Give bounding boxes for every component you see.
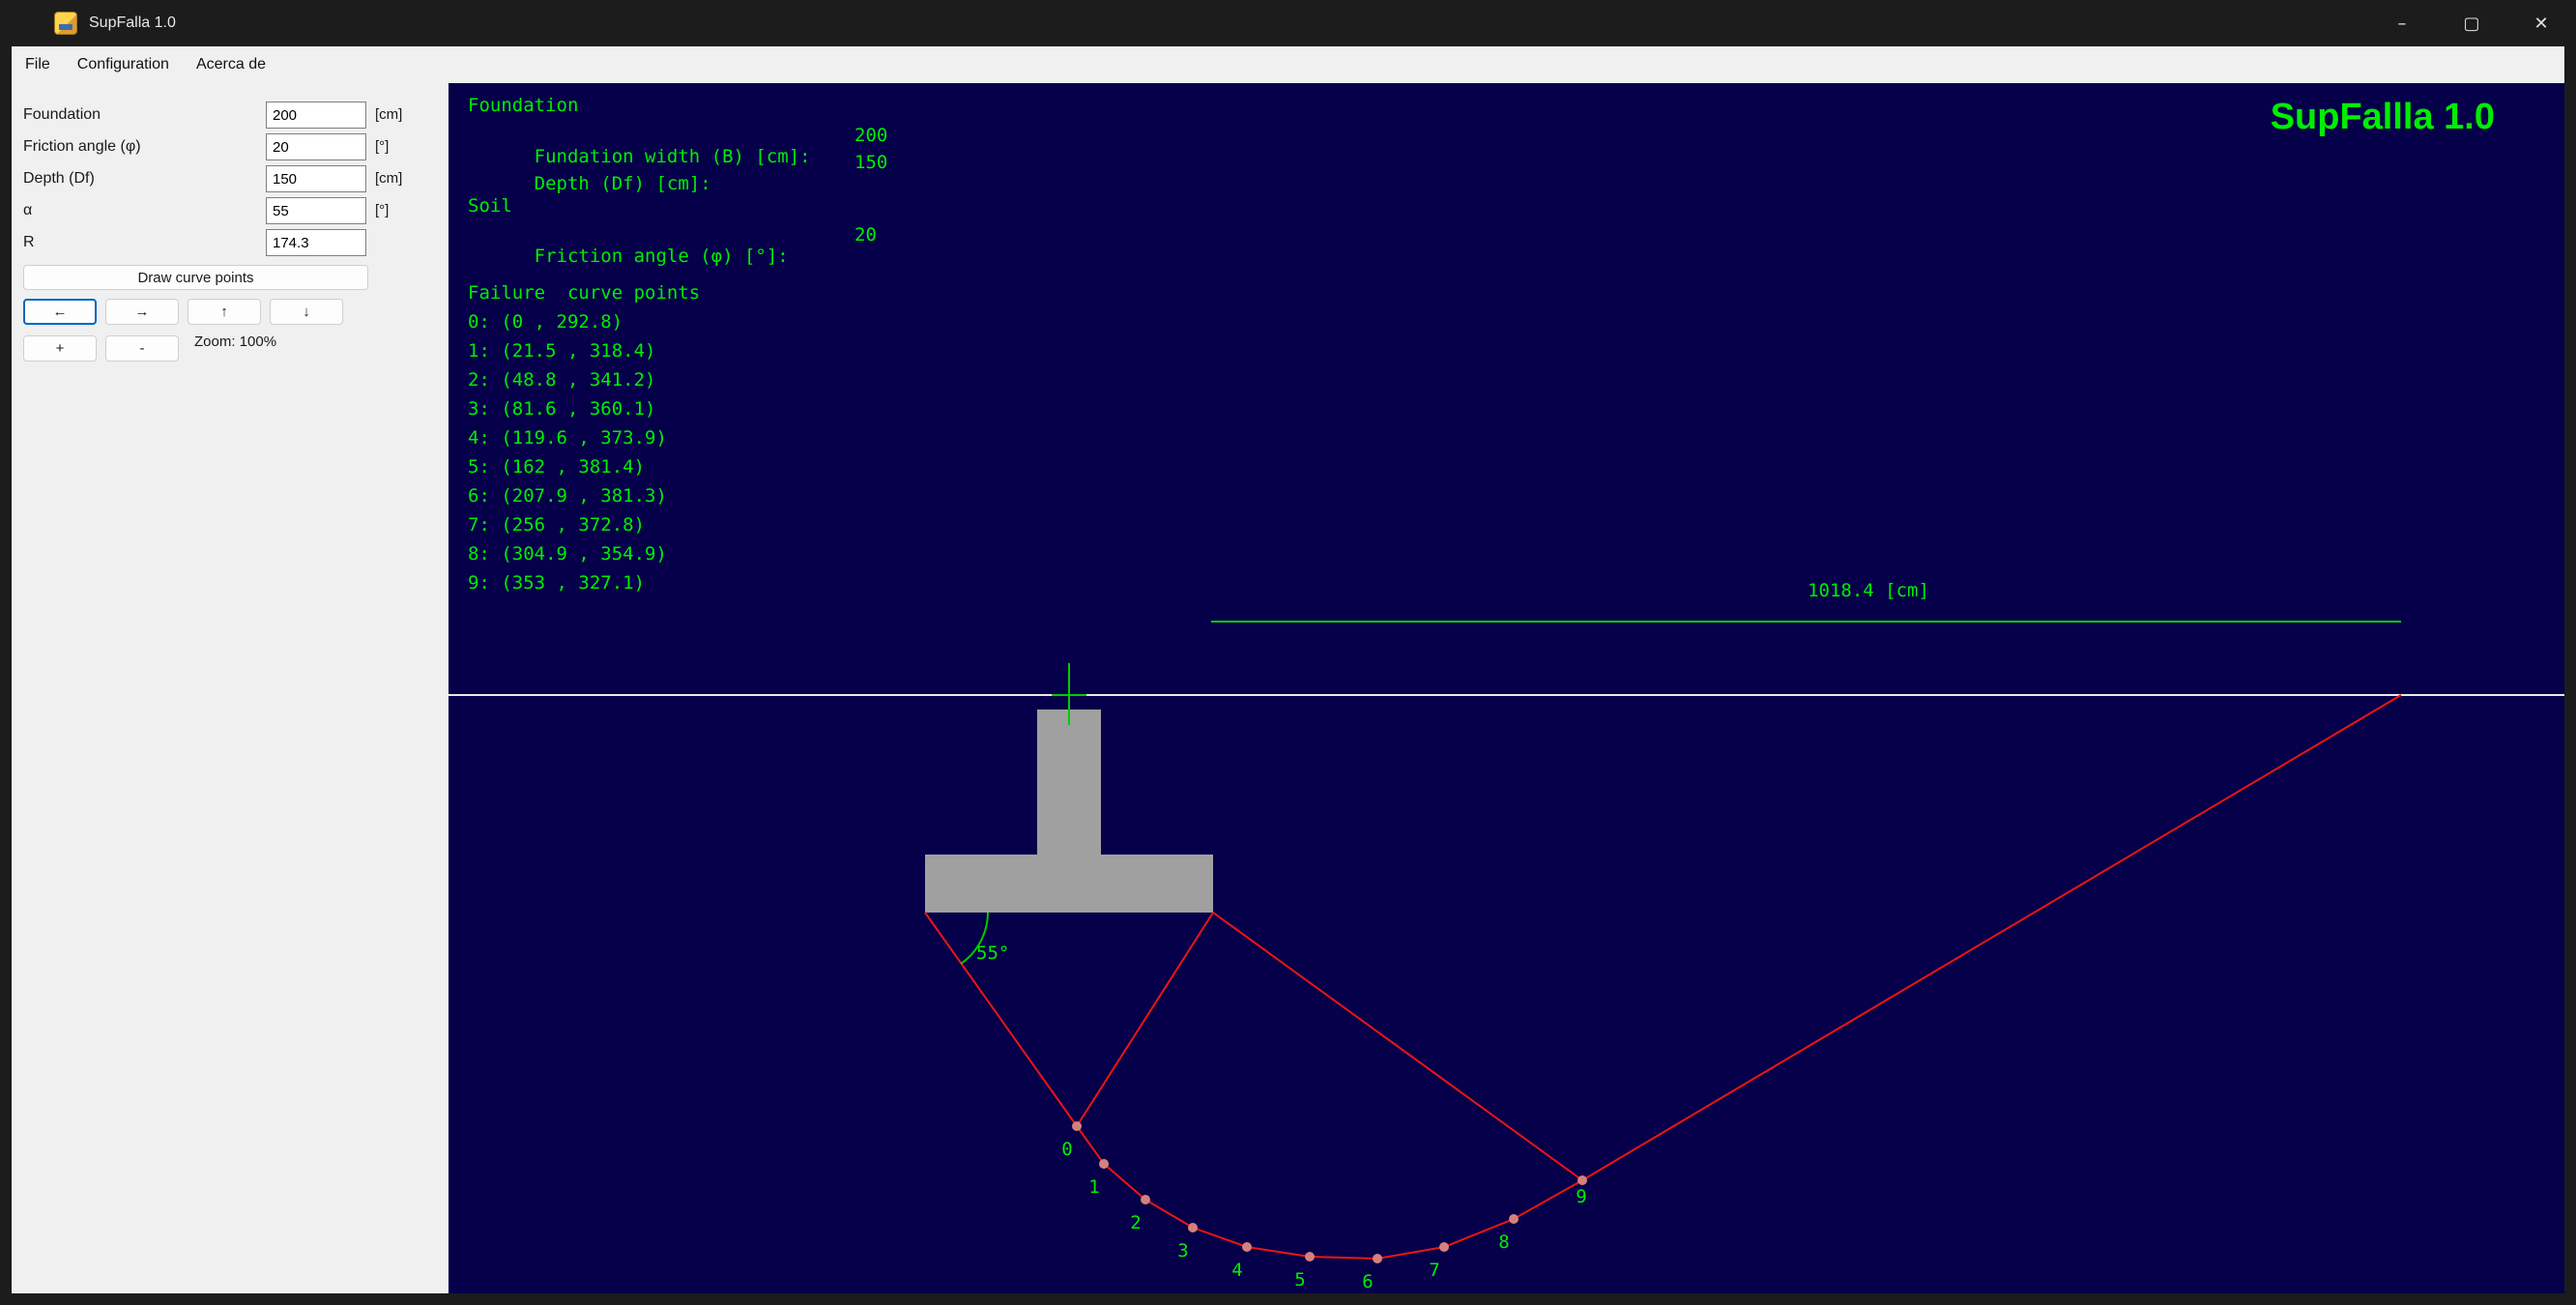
window-title: SupFalla 1.0 — [89, 14, 176, 31]
alpha-label: α — [23, 202, 33, 218]
exit-line — [1581, 694, 2402, 1181]
point-label: 6 — [1362, 1271, 1373, 1292]
point-label: 1 — [1088, 1176, 1099, 1198]
depth-unit: [cm] — [375, 170, 403, 187]
point-dot — [1373, 1254, 1382, 1263]
menubar: File Configuration Acerca de — [12, 46, 2564, 83]
r-input[interactable] — [266, 229, 366, 256]
menu-acerca-de[interactable]: Acerca de — [183, 46, 279, 83]
scale-label: 1018.4 [cm] — [1808, 580, 1929, 601]
foundation-unit: [cm] — [375, 106, 403, 123]
point-dot — [1305, 1252, 1315, 1262]
point-dot — [1072, 1121, 1082, 1131]
point-dot — [1577, 1175, 1587, 1185]
foundation-stem — [1037, 710, 1101, 856]
titlebar: SupFalla 1.0 – ▢ ✕ — [0, 0, 2576, 46]
close-button[interactable]: ✕ — [2506, 0, 2576, 46]
maximize-button[interactable]: ▢ — [2437, 0, 2506, 46]
point-dot — [1099, 1159, 1109, 1169]
point-label: 9 — [1576, 1186, 1586, 1207]
point-label: 0 — [1061, 1139, 1072, 1160]
point-label: 2 — [1130, 1212, 1141, 1233]
foundation-label: Foundation — [23, 106, 101, 123]
menu-file[interactable]: File — [12, 46, 64, 83]
angle-label: 55° — [976, 942, 1009, 964]
pan-right-button[interactable]: → — [105, 299, 179, 325]
point-label: 7 — [1429, 1260, 1439, 1281]
point-label: 5 — [1294, 1269, 1305, 1290]
failure-geometry-svg: 1018.4 [cm] 55° 0 1 2 3 4 5 6 7 8 9 — [449, 580, 2564, 1292]
alpha-input[interactable] — [266, 197, 366, 224]
radial-line-start — [1076, 912, 1214, 1127]
app-icon — [54, 12, 77, 35]
content: Foundation [cm] Friction angle (φ) [°] D… — [12, 83, 2564, 1293]
point-dot — [1188, 1223, 1198, 1232]
r-label: R — [23, 234, 35, 250]
friction-angle-unit: [°] — [375, 138, 390, 155]
point-label: 3 — [1177, 1240, 1188, 1262]
pan-left-button[interactable]: ← — [23, 299, 97, 325]
foundation-base — [925, 855, 1213, 913]
control-panel: Foundation [cm] Friction angle (φ) [°] D… — [12, 83, 449, 1293]
drawing-canvas: Foundation Fundation width (B) [cm]: 200… — [449, 83, 2564, 1293]
foundation-input[interactable] — [266, 102, 366, 129]
pan-up-button[interactable]: ↑ — [188, 299, 261, 325]
friction-angle-input[interactable] — [266, 133, 366, 160]
friction-angle-label: Friction angle (φ) — [23, 138, 141, 155]
point-label: 4 — [1231, 1260, 1242, 1281]
minimize-button[interactable]: – — [2367, 0, 2437, 46]
menu-configuration[interactable]: Configuration — [64, 46, 183, 83]
point-dot — [1242, 1242, 1252, 1252]
pan-down-button[interactable]: ↓ — [270, 299, 343, 325]
depth-label: Depth (Df) — [23, 170, 95, 187]
alpha-unit: [°] — [375, 202, 390, 218]
draw-curve-points-button[interactable]: Draw curve points — [23, 265, 368, 290]
zoom-level-label: Zoom: 100% — [194, 334, 277, 350]
point-dot — [1141, 1195, 1150, 1204]
zoom-in-button[interactable]: + — [23, 335, 97, 362]
point-dot — [1509, 1214, 1519, 1224]
radial-line-end — [1212, 912, 1583, 1181]
caption-buttons: – ▢ ✕ — [2367, 0, 2576, 46]
zoom-out-button[interactable]: - — [105, 335, 179, 362]
depth-input[interactable] — [266, 165, 366, 192]
point-dot — [1439, 1242, 1449, 1252]
point-label: 8 — [1498, 1232, 1509, 1253]
